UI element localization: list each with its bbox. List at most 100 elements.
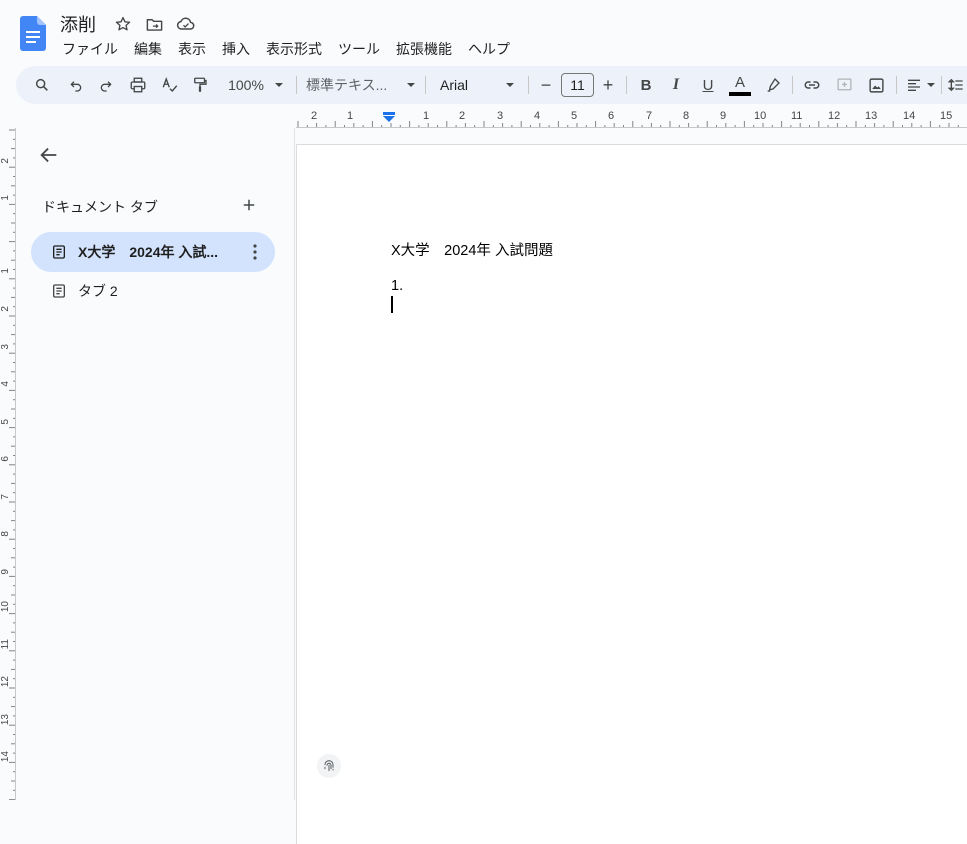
menu-extensions[interactable]: 拡張機能 bbox=[388, 37, 460, 59]
back-arrow-icon[interactable] bbox=[38, 144, 60, 166]
ruler-label: 11 bbox=[0, 639, 11, 650]
font-size-input[interactable]: 11 bbox=[561, 73, 594, 97]
toolbar-divider bbox=[425, 76, 426, 94]
document-title[interactable]: 添削 bbox=[60, 11, 96, 37]
document-canvas: X大学 2024年 入試問題 1. bbox=[296, 128, 967, 844]
ruler-label: 2 bbox=[311, 110, 318, 122]
ruler-label: 1 bbox=[0, 268, 11, 274]
fingerprint-icon[interactable] bbox=[317, 754, 341, 778]
toolbar-divider bbox=[296, 76, 297, 94]
ruler-label: 15 bbox=[940, 110, 953, 122]
move-to-folder-icon[interactable] bbox=[143, 13, 165, 35]
document-page[interactable]: X大学 2024年 入試問題 1. bbox=[296, 144, 967, 844]
ruler-label: 4 bbox=[0, 381, 11, 387]
font-value: Arial bbox=[440, 77, 469, 93]
menu-tools[interactable]: ツール bbox=[330, 37, 388, 59]
document-icon bbox=[53, 284, 65, 298]
ruler-label: 5 bbox=[0, 419, 11, 425]
font-dropdown-icon[interactable] bbox=[503, 71, 517, 99]
tabs-header: ドキュメント タブ bbox=[42, 199, 158, 215]
menu-view[interactable]: 表示 bbox=[170, 37, 214, 59]
tab-item-1[interactable]: X大学 2024年 入試... bbox=[31, 232, 275, 272]
toolbar-divider bbox=[626, 76, 627, 94]
ruler-label: 3 bbox=[497, 110, 504, 122]
ruler-label: 8 bbox=[683, 110, 690, 122]
print-icon[interactable] bbox=[126, 71, 150, 99]
ruler-label: 10 bbox=[754, 110, 767, 122]
menu-edit[interactable]: 編集 bbox=[126, 37, 170, 59]
add-tab-icon[interactable] bbox=[240, 196, 258, 214]
ruler-label: 13 bbox=[865, 110, 878, 122]
toolbar-divider bbox=[941, 76, 942, 94]
document-heading[interactable]: X大学 2024年 入試問題 bbox=[391, 239, 553, 260]
ruler-label: 14 bbox=[903, 110, 916, 122]
ruler-label: 7 bbox=[646, 110, 653, 122]
underline-button[interactable]: U bbox=[696, 71, 720, 99]
search-menus-icon[interactable] bbox=[30, 71, 54, 99]
horizontal-ruler: 2 1 1 2 3 4 5 6 7 8 9 10 11 12 13 14 15 bbox=[296, 110, 967, 128]
increase-font-size-button[interactable]: + bbox=[598, 71, 618, 99]
ruler-label: 7 bbox=[0, 494, 11, 500]
menu-file[interactable]: ファイル bbox=[54, 37, 126, 59]
toolbar: 100% 標準テキス... Arial − 11 + B I U A bbox=[16, 66, 967, 104]
menu-format[interactable]: 表示形式 bbox=[258, 37, 330, 59]
ruler-label: 1 bbox=[423, 110, 430, 122]
cloud-saved-icon[interactable] bbox=[175, 13, 197, 35]
paint-format-icon[interactable] bbox=[188, 71, 212, 99]
ruler-label: 12 bbox=[0, 676, 11, 688]
align-dropdown-icon[interactable] bbox=[925, 71, 937, 99]
zoom-value: 100% bbox=[228, 77, 264, 93]
tab-item-2[interactable]: タブ 2 bbox=[31, 271, 275, 311]
line-spacing-icon[interactable] bbox=[946, 71, 966, 99]
ruler-label: 1 bbox=[347, 110, 354, 122]
menu-bar: ファイル 編集 表示 挿入 表示形式 ツール 拡張機能 ヘルプ bbox=[54, 37, 518, 59]
align-left-icon[interactable] bbox=[904, 71, 924, 99]
ruler-label: 14 bbox=[0, 751, 11, 763]
style-value: 標準テキス... bbox=[306, 77, 388, 93]
font-select[interactable]: Arial bbox=[440, 71, 500, 99]
style-dropdown-icon[interactable] bbox=[404, 71, 418, 99]
ruler-label: 13 bbox=[0, 714, 11, 726]
zoom-select[interactable]: 100% bbox=[222, 71, 270, 99]
ruler-label: 4 bbox=[534, 110, 541, 122]
ruler-label: 3 bbox=[0, 344, 11, 350]
highlight-color-icon[interactable] bbox=[761, 71, 785, 99]
ruler-label: 1 bbox=[0, 195, 11, 201]
text-cursor bbox=[391, 296, 393, 313]
ruler-label: 6 bbox=[608, 110, 615, 122]
text-color-letter: A bbox=[734, 73, 745, 91]
bold-button[interactable]: B bbox=[634, 71, 658, 99]
toolbar-divider bbox=[896, 76, 897, 94]
add-comment-icon[interactable] bbox=[832, 71, 856, 99]
italic-button[interactable]: I bbox=[664, 71, 688, 99]
menu-insert[interactable]: 挿入 bbox=[214, 37, 258, 59]
insert-image-icon[interactable] bbox=[864, 71, 888, 99]
decrease-font-size-button[interactable]: − bbox=[536, 71, 556, 99]
ruler-label: 6 bbox=[0, 456, 11, 462]
insert-link-icon[interactable] bbox=[800, 71, 824, 99]
text-color-button[interactable]: A bbox=[727, 71, 753, 99]
toolbar-divider bbox=[792, 76, 793, 94]
tab-label: X大学 2024年 入試... bbox=[78, 244, 219, 260]
spellcheck-icon[interactable] bbox=[158, 71, 182, 99]
indent-marker-icon[interactable] bbox=[383, 116, 395, 122]
ruler-label: 2 bbox=[0, 158, 11, 164]
star-icon[interactable] bbox=[112, 13, 134, 35]
style-select[interactable]: 標準テキス... bbox=[306, 71, 398, 99]
ruler-label: 2 bbox=[0, 306, 11, 312]
ruler-label: 8 bbox=[0, 531, 11, 537]
ruler-label: 12 bbox=[828, 110, 841, 122]
list-item-number[interactable]: 1. bbox=[391, 278, 403, 294]
more-options-icon[interactable] bbox=[253, 244, 257, 260]
ruler-label: 9 bbox=[720, 110, 727, 122]
zoom-dropdown-icon[interactable] bbox=[272, 71, 286, 99]
ruler-label: 11 bbox=[791, 110, 803, 122]
redo-icon[interactable] bbox=[94, 71, 118, 99]
document-tabs-sidebar: ドキュメント タブ X大学 2024年 入試... タブ 2 bbox=[16, 128, 295, 800]
menu-help[interactable]: ヘルプ bbox=[460, 37, 518, 59]
docs-logo-icon[interactable] bbox=[20, 16, 46, 51]
tab-label: タブ 2 bbox=[78, 283, 118, 299]
undo-icon[interactable] bbox=[64, 71, 88, 99]
ruler-label: 10 bbox=[0, 601, 11, 613]
document-icon bbox=[53, 245, 65, 259]
